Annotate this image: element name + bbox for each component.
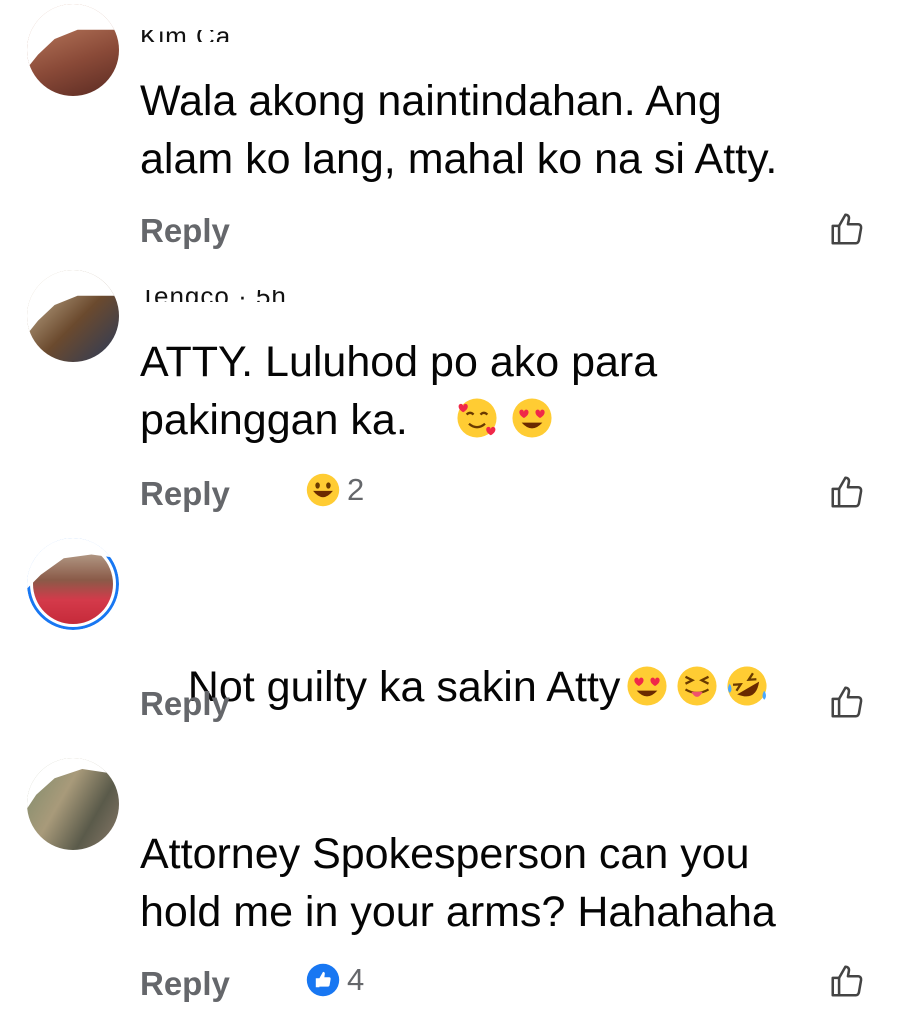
avatar[interactable] [27, 758, 119, 850]
reaction-count: 2 [347, 472, 365, 507]
thumbs-up-icon[interactable] [828, 473, 866, 511]
reaction-count: 4 [347, 962, 365, 997]
avatar[interactable] [27, 270, 119, 362]
thumbs-up-icon[interactable] [828, 210, 866, 248]
grinning-face-icon [306, 473, 340, 507]
reply-button[interactable]: Reply [140, 475, 230, 513]
smiling-face-with-hearts-icon [457, 398, 497, 438]
comment-text-body: Not guilty ka sakin Atty [187, 663, 621, 711]
rolling-laughing-icon [727, 666, 767, 706]
comment-text: Wala akong naintindahan. Ang alam ko lan… [140, 77, 778, 183]
comment-text: Not guilty ka sakin Atty [140, 600, 770, 774]
like-reaction-icon [306, 963, 340, 997]
comment-text: ATTY. Luluhod po ako para pakinggan ka. [140, 338, 658, 444]
thumbs-up-icon[interactable] [828, 962, 866, 1000]
heart-eyes-icon [512, 398, 552, 438]
heart-eyes-icon [627, 666, 667, 706]
thumbs-up-icon[interactable] [828, 683, 866, 721]
commenter-name[interactable]: Tengco · 5h [140, 290, 287, 302]
reply-button[interactable]: Reply [140, 965, 230, 1003]
comment-text: Attorney Spokesperson can you hold me in… [140, 830, 776, 936]
commenter-name[interactable]: Kim Ca [140, 30, 231, 42]
reply-button[interactable]: Reply [140, 685, 230, 723]
squinting-tongue-icon [677, 666, 717, 706]
reaction-summary[interactable]: 4 [305, 962, 364, 998]
avatar[interactable] [27, 4, 119, 96]
avatar[interactable] [27, 538, 119, 630]
reply-button[interactable]: Reply [140, 212, 230, 250]
reaction-summary[interactable]: 2 [305, 472, 364, 508]
